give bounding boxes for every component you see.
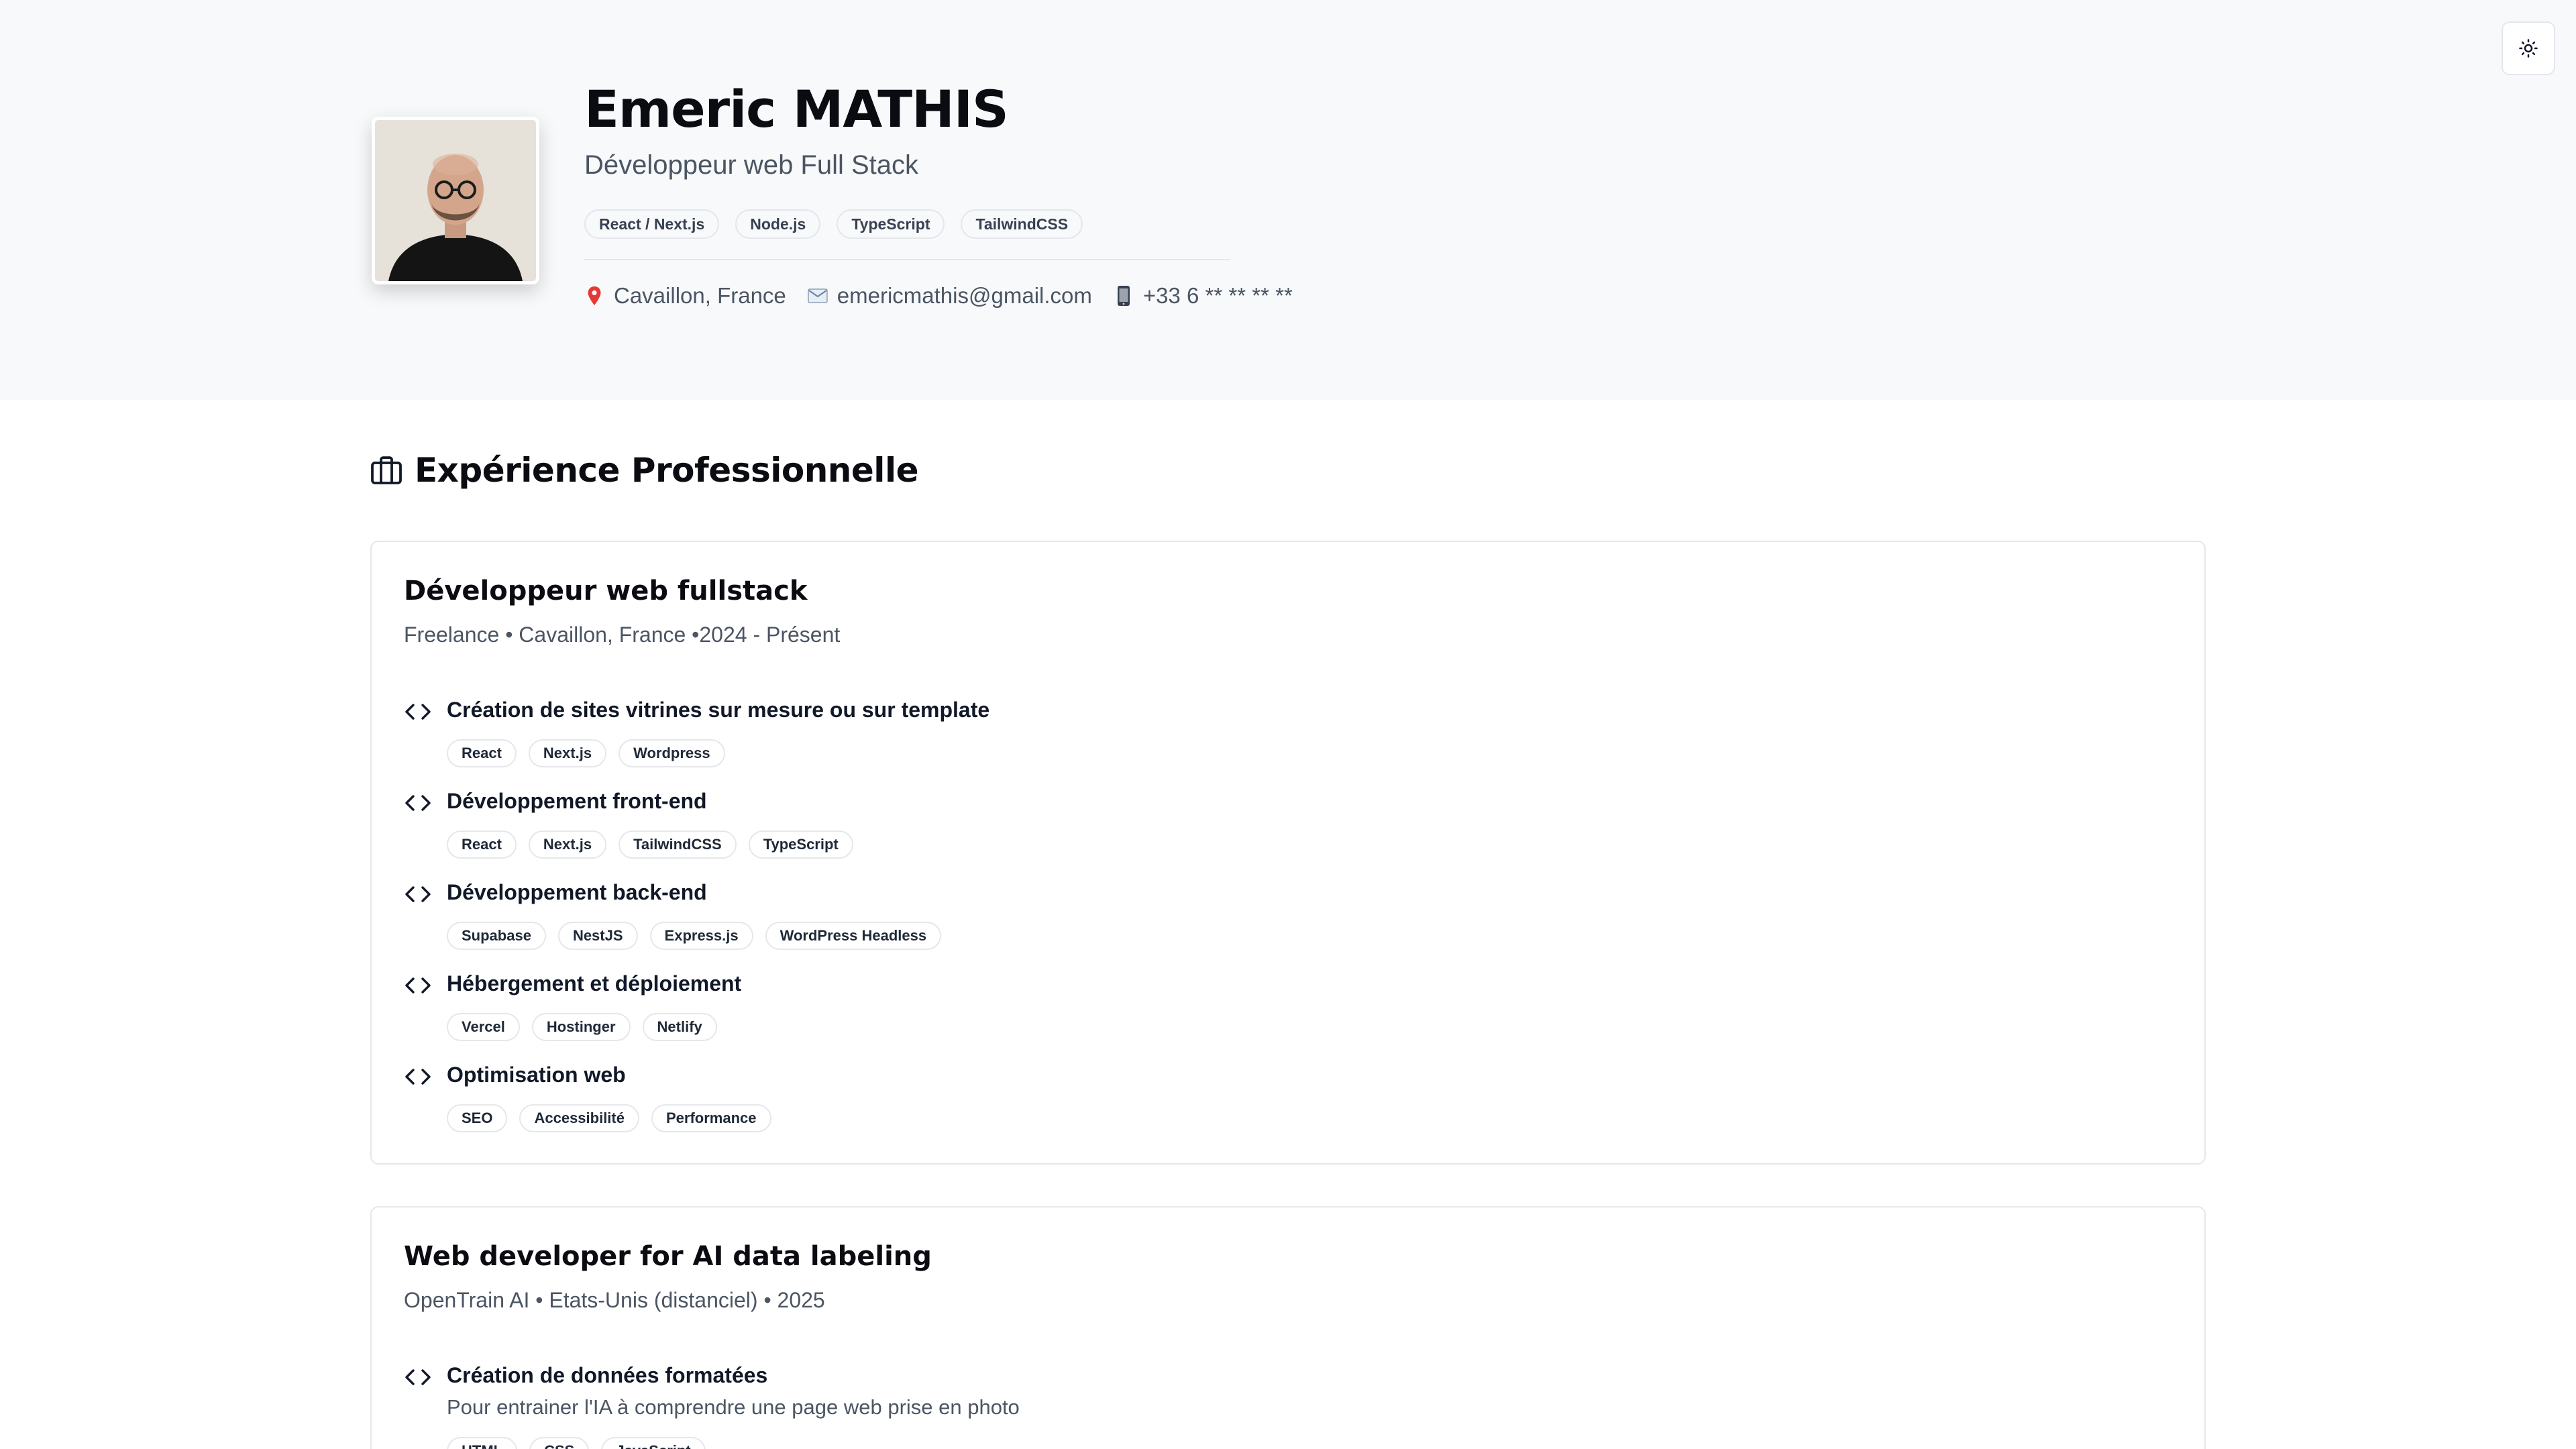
tech-tag: WordPress Headless [765,922,942,950]
tech-tag: TypeScript [748,830,853,859]
task-tags: SEO Accessibilité Performance [447,1104,771,1132]
skill-tag: TypeScript [837,209,945,239]
tech-tag: SEO [447,1104,508,1132]
tech-tag: React [447,830,517,859]
task-item: Développement back-end Supabase NestJS E… [404,880,2148,971]
contact-info: Cavaillon, France emericmathis@gmail.com… [584,283,1293,309]
contact-location: Cavaillon, France [584,283,786,309]
code-icon [405,795,431,811]
task-tags: Supabase NestJS Express.js WordPress Hea… [447,922,942,950]
tech-tag: NestJS [557,922,638,950]
tech-tag: Vercel [447,1013,520,1041]
header-divider [584,259,1230,260]
tech-tag: TailwindCSS [619,830,737,859]
code-icon [405,1369,431,1385]
tech-tag: React [447,739,517,767]
task-title: Développement front-end [447,789,707,813]
task-title: Hébergement et déploiement [447,971,742,996]
task-tags: Vercel Hostinger Netlify [447,1013,717,1041]
job-meta: OpenTrain AI • Etats-Unis (distanciel) •… [404,1288,825,1312]
tech-tag: Express.js [649,922,753,950]
profile-role: Développeur web Full Stack [584,150,919,180]
profile-header: Emeric MATHIS Développeur web Full Stack… [0,0,2576,400]
task-title: Création de données formatées [447,1363,768,1387]
tech-tag: JavaScript [601,1437,706,1449]
job-title: Web developer for AI data labeling [404,1241,932,1272]
avatar [372,117,539,284]
tech-tag: Netlify [642,1013,717,1041]
experience-card: Web developer for AI data labeling OpenT… [370,1206,2206,1449]
task-tags: React Next.js Wordpress [447,739,725,767]
code-icon [405,704,431,720]
briefcase-icon [371,456,402,484]
skill-tag: TailwindCSS [961,209,1083,239]
task-tags: HTML CSS JavaScript [447,1437,706,1449]
tech-tag: CSS [529,1437,590,1449]
tech-tag: Next.js [528,830,607,859]
code-icon [405,1069,431,1085]
skill-tags: React / Next.js Node.js TypeScript Tailw… [584,209,1083,239]
location-text: Cavaillon, France [614,283,786,308]
task-list: Création de données formatées Pour entra… [404,1363,2148,1449]
experience-section-header: Expérience Professionnelle [370,451,919,490]
cv-page: Emeric MATHIS Développeur web Full Stack… [0,0,2576,1449]
envelope-icon [808,284,828,308]
profile-name: Emeric MATHIS [584,79,1009,139]
task-item: Développement front-end React Next.js Ta… [404,789,2148,880]
task-title: Optimisation web [447,1063,626,1087]
tech-tag: Supabase [447,922,546,950]
tech-tag: HTML [447,1437,518,1449]
experience-card: Développeur web fullstack Freelance • Ca… [370,541,2206,1165]
code-icon [405,977,431,994]
tech-tag: Performance [651,1104,771,1132]
tech-tag: Hostinger [531,1013,631,1041]
task-item: Création de données formatées Pour entra… [404,1363,2148,1449]
phone-text: +33 6 ** ** ** ** [1142,283,1293,308]
task-title: Développement back-end [447,880,707,904]
theme-toggle-button[interactable] [2502,21,2555,75]
task-item: Optimisation web SEO Accessibilité Perfo… [404,1063,2148,1154]
code-icon [405,886,431,902]
tech-tag: Accessibilité [519,1104,639,1132]
contact-phone[interactable]: +33 6 ** ** ** ** [1114,283,1293,309]
mobile-phone-icon [1114,284,1134,308]
skill-tag: Node.js [735,209,821,239]
map-pin-icon [584,284,604,308]
task-tags: React Next.js TailwindCSS TypeScript [447,830,853,859]
email-text: emericmathis@gmail.com [837,283,1092,308]
job-title: Développeur web fullstack [404,576,808,606]
skill-tag: React / Next.js [584,209,720,239]
contact-email[interactable]: emericmathis@gmail.com [808,283,1092,309]
task-description: Pour entrainer l'IA à comprendre une pag… [447,1395,1020,1419]
tech-tag: Next.js [528,739,607,767]
task-item: Création de sites vitrines sur mesure ou… [404,698,2148,789]
sun-icon [2519,39,2538,58]
section-title: Expérience Professionnelle [415,451,919,490]
task-list: Création de sites vitrines sur mesure ou… [404,698,2148,1154]
job-meta: Freelance • Cavaillon, France •2024 - Pr… [404,623,841,647]
task-title: Création de sites vitrines sur mesure ou… [447,698,990,722]
tech-tag: Wordpress [619,739,725,767]
task-item: Hébergement et déploiement Vercel Hostin… [404,971,2148,1063]
